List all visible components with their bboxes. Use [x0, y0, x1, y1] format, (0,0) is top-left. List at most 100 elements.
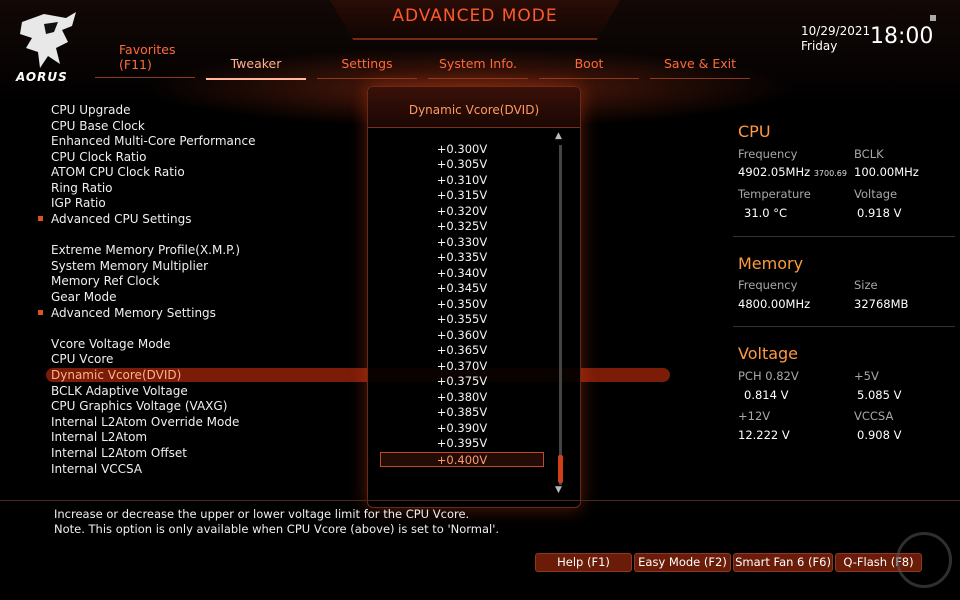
menu-igp-ratio[interactable]: IGP Ratio	[51, 196, 106, 211]
menu-cpu-clock-ratio[interactable]: CPU Clock Ratio	[51, 150, 146, 165]
brand-name: AORUS	[16, 70, 68, 84]
submenu-bullet-icon	[38, 310, 43, 315]
cpu-temperature-label: Temperature	[738, 187, 811, 201]
option-item[interactable]: +0.370V	[380, 359, 544, 373]
p5v-label: +5V	[854, 369, 879, 383]
help-text-line2: Note. This option is only available when…	[54, 522, 500, 536]
menu-cpu-base-clock[interactable]: CPU Base Clock	[51, 119, 145, 134]
pch-label: PCH 0.82V	[738, 369, 799, 383]
vccsa-label: VCCSA	[854, 409, 894, 423]
tab-tweaker[interactable]: Tweaker	[206, 56, 306, 80]
option-item[interactable]: +0.355V	[380, 312, 544, 326]
option-item[interactable]: +0.375V	[380, 374, 544, 388]
menu-bclk-adaptive-voltage[interactable]: BCLK Adaptive Voltage	[51, 384, 188, 399]
day-text: Friday	[801, 39, 838, 53]
menu-cpu-upgrade[interactable]: CPU Upgrade	[51, 103, 131, 118]
option-item[interactable]: +0.365V	[380, 343, 544, 357]
cpu-voltage-value: 0.918 V	[857, 206, 902, 220]
minimize-icon[interactable]	[930, 15, 936, 21]
option-item[interactable]: +0.310V	[380, 173, 544, 187]
menu-enhanced-multicore[interactable]: Enhanced Multi-Core Performance	[51, 134, 255, 149]
menu-dynamic-vcore[interactable]: Dynamic Vcore(DVID)	[51, 368, 181, 383]
option-item[interactable]: +0.380V	[380, 390, 544, 404]
menu-atom-cpu-clock-ratio[interactable]: ATOM CPU Clock Ratio	[51, 165, 185, 180]
option-item[interactable]: +0.360V	[380, 328, 544, 342]
option-popup: Dynamic Vcore(DVID) +0.300V +0.305V +0.3…	[367, 86, 581, 508]
option-item[interactable]: +0.300V	[380, 142, 544, 156]
scrollbar-track[interactable]	[559, 145, 562, 485]
cpu-bclk-value: 100.00MHz	[854, 165, 919, 179]
option-item-selected[interactable]: +0.400V	[380, 452, 544, 467]
option-item[interactable]: +0.340V	[380, 266, 544, 280]
option-item[interactable]: +0.325V	[380, 219, 544, 233]
tab-favorites-key: (F11)	[119, 57, 152, 72]
pch-value: 0.814 V	[744, 388, 789, 402]
menu-advanced-memory-settings[interactable]: Advanced Memory Settings	[51, 306, 216, 321]
page-title: ADVANCED MODE	[392, 6, 558, 26]
p5v-value: 5.085 V	[857, 388, 902, 402]
vccsa-value: 0.908 V	[857, 428, 902, 442]
submenu-bullet-icon	[38, 216, 43, 221]
watermark-icon	[896, 532, 952, 588]
menu-vcore-voltage-mode[interactable]: Vcore Voltage Mode	[51, 337, 171, 352]
help-button[interactable]: Help (F1)	[535, 553, 632, 572]
memory-frequency-label: Frequency	[738, 278, 798, 292]
menu-l2atom-offset[interactable]: Internal L2Atom Offset	[51, 446, 187, 461]
tab-save-exit[interactable]: Save & Exit	[650, 56, 750, 79]
menu-gear-mode[interactable]: Gear Mode	[51, 290, 116, 305]
clock: 18:00	[870, 24, 934, 49]
menu-memory-ref-clock[interactable]: Memory Ref Clock	[51, 274, 159, 289]
divider	[733, 236, 955, 237]
p12v-label: +12V	[738, 409, 771, 423]
menu-memory-multiplier[interactable]: System Memory Multiplier	[51, 259, 208, 274]
menu-xmp[interactable]: Extreme Memory Profile(X.M.P.)	[51, 243, 240, 258]
cpu-frequency-label: Frequency	[738, 147, 798, 161]
tab-boot[interactable]: Boot	[539, 56, 639, 79]
easy-mode-button[interactable]: Easy Mode (F2)	[634, 553, 731, 572]
option-item[interactable]: +0.305V	[380, 157, 544, 171]
memory-size-label: Size	[854, 278, 878, 292]
option-item[interactable]: +0.315V	[380, 188, 544, 202]
option-item[interactable]: +0.390V	[380, 421, 544, 435]
help-divider	[0, 500, 960, 501]
cpu-frequency-value: 4902.05MHz 3700.69	[738, 165, 847, 179]
menu-ring-ratio[interactable]: Ring Ratio	[51, 181, 113, 196]
voltage-heading: Voltage	[738, 344, 799, 363]
scroll-up-icon[interactable]: ▲	[555, 131, 562, 141]
menu-internal-l2atom[interactable]: Internal L2Atom	[51, 430, 147, 445]
menu-internal-vccsa[interactable]: Internal VCCSA	[51, 462, 142, 477]
divider	[733, 326, 955, 327]
cpu-heading: CPU	[738, 122, 771, 141]
scrollbar-thumb[interactable]	[558, 455, 563, 483]
option-item[interactable]: +0.320V	[380, 204, 544, 218]
menu-advanced-cpu-settings[interactable]: Advanced CPU Settings	[51, 212, 192, 227]
date-text: 10/29/2021	[801, 24, 871, 38]
tab-favorites[interactable]: Favorites (F11)	[95, 42, 195, 78]
tab-system-info[interactable]: System Info.	[428, 56, 528, 79]
cpu-frequency-main: 4902.05MHz	[738, 165, 811, 179]
p12v-value: 12.222 V	[738, 428, 790, 442]
memory-size-value: 32768MB	[854, 297, 909, 311]
cpu-frequency-sub: 3700.69	[813, 169, 847, 178]
smart-fan-button[interactable]: Smart Fan 6 (F6)	[733, 553, 833, 572]
menu-l2atom-override-mode[interactable]: Internal L2Atom Override Mode	[51, 415, 239, 430]
memory-heading: Memory	[738, 254, 804, 273]
cpu-temperature-value: 31.0 °C	[744, 206, 788, 220]
option-item[interactable]: +0.335V	[380, 250, 544, 264]
tab-settings[interactable]: Settings	[317, 56, 417, 79]
help-text-line1: Increase or decrease the upper or lower …	[54, 507, 470, 521]
cpu-voltage-label: Voltage	[854, 187, 898, 201]
menu-cpu-vcore[interactable]: CPU Vcore	[51, 352, 113, 367]
memory-frequency-value: 4800.00MHz	[738, 297, 811, 311]
option-item[interactable]: +0.345V	[380, 281, 544, 295]
popup-title: Dynamic Vcore(DVID)	[408, 103, 540, 117]
option-item[interactable]: +0.385V	[380, 405, 544, 419]
date-display: 10/29/2021 Friday	[801, 24, 870, 54]
option-item[interactable]: +0.395V	[380, 436, 544, 450]
option-item[interactable]: +0.350V	[380, 297, 544, 311]
scroll-down-icon[interactable]: ▼	[555, 485, 562, 495]
menu-cpu-graphics-voltage[interactable]: CPU Graphics Voltage (VAXG)	[51, 399, 227, 414]
option-item[interactable]: +0.330V	[380, 235, 544, 249]
tab-favorites-label: Favorites	[119, 42, 176, 57]
cpu-bclk-label: BCLK	[854, 147, 884, 161]
